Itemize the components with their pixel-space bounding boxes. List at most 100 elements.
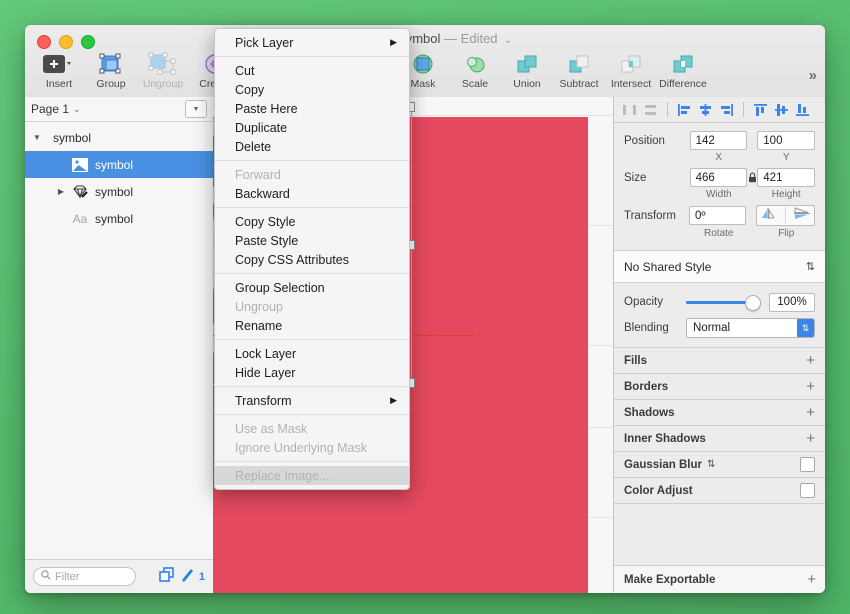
- layer-filter-placeholder: Filter: [55, 571, 79, 583]
- menu-item-group-selection[interactable]: Group Selection: [215, 278, 409, 297]
- transform-row: Transform 0º: [624, 205, 815, 226]
- section-shadows[interactable]: Shadows +: [614, 400, 825, 426]
- menu-item-transform[interactable]: Transform ▶: [215, 391, 409, 410]
- position-x-input[interactable]: 142: [690, 131, 748, 150]
- menu-item-label: Replace Image...: [235, 469, 330, 483]
- toolbar-insert[interactable]: Insert: [33, 51, 85, 95]
- toolbar-overflow-icon[interactable]: »: [809, 67, 815, 84]
- page-options-button[interactable]: ▼: [185, 100, 207, 118]
- blending-stepper-icon[interactable]: ⇅: [797, 319, 814, 337]
- toolbar-group[interactable]: Group: [85, 51, 137, 95]
- blur-type-stepper-icon[interactable]: ⇅: [707, 459, 715, 470]
- add-inner-shadow-button[interactable]: +: [806, 430, 815, 447]
- menu-item-copy[interactable]: Copy: [215, 80, 409, 99]
- page-selector-bar: Page 1 ⌄ ▼: [25, 97, 213, 122]
- menu-item-rename[interactable]: Rename: [215, 316, 409, 335]
- menu-item-cut[interactable]: Cut: [215, 61, 409, 80]
- menu-item-paste-here[interactable]: Paste Here: [215, 99, 409, 118]
- gaussian-blur-checkbox[interactable]: [800, 457, 815, 472]
- toolbar-difference[interactable]: Difference: [657, 51, 709, 95]
- layer-row-shape[interactable]: ▶ symbol: [25, 178, 213, 205]
- menu-item-delete[interactable]: Delete: [215, 137, 409, 156]
- pencil-edit-icon[interactable]: [180, 567, 194, 587]
- title-dash: —: [444, 31, 457, 46]
- menu-item-backward[interactable]: Backward: [215, 184, 409, 203]
- rotate-input[interactable]: 0º: [689, 206, 746, 225]
- menu-separator: [215, 273, 409, 274]
- section-gaussian-blur[interactable]: Gaussian Blur ⇅: [614, 452, 825, 478]
- section-inner-shadows-label: Inner Shadows: [624, 433, 706, 445]
- color-adjust-checkbox[interactable]: [800, 483, 815, 498]
- make-exportable-row[interactable]: Make Exportable +: [614, 565, 825, 593]
- toolbar-ungroup[interactable]: Ungroup: [137, 51, 189, 95]
- blending-select[interactable]: Normal ⇅: [686, 318, 815, 338]
- title-chevron-icon[interactable]: ⌄: [504, 35, 512, 46]
- submenu-arrow-icon: ▶: [390, 395, 397, 406]
- menu-item-label: Copy: [235, 83, 264, 97]
- disclosure-triangle-icon[interactable]: ▼: [29, 133, 45, 142]
- layer-row-text[interactable]: Aa symbol: [25, 205, 213, 232]
- layer-row-image[interactable]: symbol: [25, 151, 213, 178]
- layer-name: symbol: [95, 185, 133, 199]
- lock-icon[interactable]: [747, 172, 757, 183]
- menu-item-duplicate[interactable]: Duplicate: [215, 118, 409, 137]
- section-color-adjust[interactable]: Color Adjust: [614, 478, 825, 504]
- section-borders[interactable]: Borders +: [614, 374, 825, 400]
- size-width-input[interactable]: 466: [690, 168, 748, 187]
- layer-filter-field[interactable]: Filter: [33, 567, 136, 586]
- menu-item-ungroup[interactable]: Ungroup: [215, 297, 409, 316]
- distribute-horizontally-icon[interactable]: [620, 101, 639, 119]
- section-fills[interactable]: Fills +: [614, 348, 825, 374]
- opacity-slider[interactable]: [686, 294, 761, 310]
- size-height-input[interactable]: 421: [757, 168, 815, 187]
- disclosure-triangle-icon[interactable]: ▶: [53, 187, 69, 196]
- align-left-icon[interactable]: [675, 101, 694, 119]
- add-export-button[interactable]: +: [807, 571, 816, 588]
- duplicate-layers-icon[interactable]: [159, 567, 175, 587]
- flip-vertical-icon[interactable]: [793, 207, 811, 225]
- toolbar-scale[interactable]: Scale: [449, 51, 501, 95]
- align-bottom-icon[interactable]: [793, 101, 812, 119]
- toolbar-intersect[interactable]: Intersect: [605, 51, 657, 95]
- add-border-button[interactable]: +: [806, 378, 815, 395]
- align-center-horizontal-icon[interactable]: [696, 101, 715, 119]
- flip-horizontal-icon[interactable]: [760, 207, 778, 225]
- window-title: sketch symbol — Edited ⌄: [25, 31, 825, 48]
- menu-item-paste-style[interactable]: Paste Style: [215, 231, 409, 250]
- toolbar-union[interactable]: Union: [501, 51, 553, 95]
- distribute-vertically-icon[interactable]: [641, 101, 660, 119]
- menu-item-label: Copy CSS Attributes: [235, 253, 349, 267]
- menu-item-pick-layer[interactable]: Pick Layer ▶: [215, 33, 409, 52]
- add-shadow-button[interactable]: +: [806, 404, 815, 421]
- menu-item-copy-style[interactable]: Copy Style: [215, 212, 409, 231]
- position-y-sublabel: Y: [758, 152, 816, 163]
- menu-item-forward[interactable]: Forward: [215, 165, 409, 184]
- menu-item-label: Ignore Underlying Mask: [235, 441, 367, 455]
- section-inner-shadows[interactable]: Inner Shadows +: [614, 426, 825, 452]
- menu-item-label: Delete: [235, 140, 271, 154]
- align-group: [675, 101, 736, 119]
- menu-item-replace-image[interactable]: Replace Image...: [215, 466, 409, 485]
- menu-item-ignore-underlying-mask[interactable]: Ignore Underlying Mask: [215, 438, 409, 457]
- menu-item-label: Group Selection: [235, 281, 325, 295]
- menu-item-hide-layer[interactable]: Hide Layer: [215, 363, 409, 382]
- align-top-icon[interactable]: [751, 101, 770, 119]
- menu-item-use-as-mask[interactable]: Use as Mask: [215, 419, 409, 438]
- position-y-input[interactable]: 100: [757, 131, 815, 150]
- shared-style-row[interactable]: No Shared Style ⇅: [614, 251, 825, 283]
- add-fill-button[interactable]: +: [806, 352, 815, 369]
- toolbar-subtract[interactable]: Subtract: [553, 51, 605, 95]
- align-middle-vertical-icon[interactable]: [772, 101, 791, 119]
- shared-style-stepper-icon[interactable]: ⇅: [806, 260, 815, 273]
- opacity-value-input[interactable]: 100%: [769, 293, 815, 312]
- menu-item-lock-layer[interactable]: Lock Layer: [215, 344, 409, 363]
- layer-row-artboard[interactable]: ▼ symbol: [25, 124, 213, 151]
- align-right-icon[interactable]: [717, 101, 736, 119]
- menu-item-copy-css-attributes[interactable]: Copy CSS Attributes: [215, 250, 409, 269]
- page-name[interactable]: Page 1: [31, 102, 69, 116]
- page-chevron-down-icon[interactable]: ⌄: [73, 104, 81, 115]
- transform-sublabels: Rotate Flip: [690, 228, 815, 239]
- menu-separator: [215, 386, 409, 387]
- menu-item-label: Transform: [235, 394, 292, 408]
- opacity-slider-knob[interactable]: [745, 295, 761, 311]
